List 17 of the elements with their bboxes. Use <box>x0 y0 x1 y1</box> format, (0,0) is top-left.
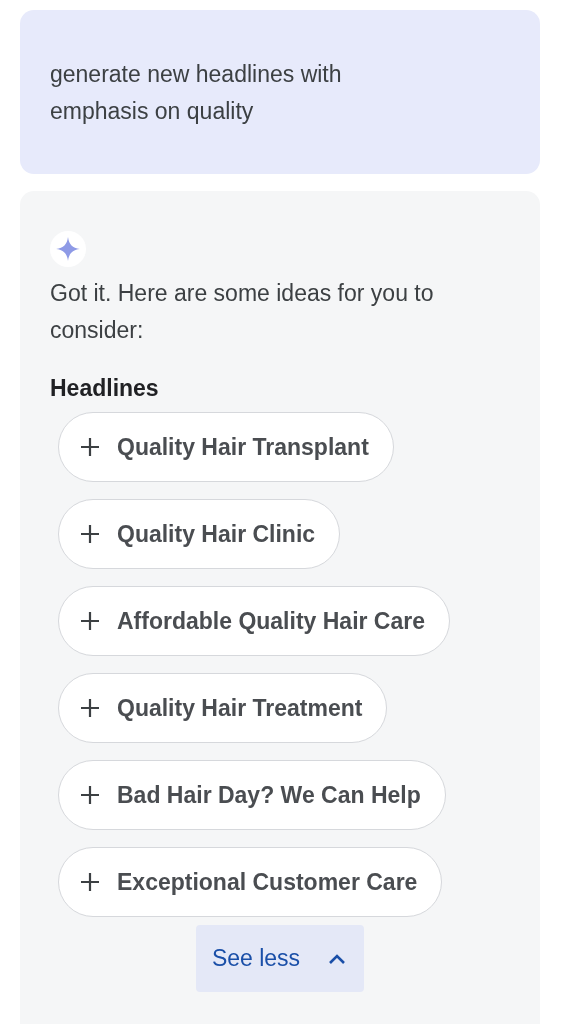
headline-chip[interactable]: Quality Hair Treatment <box>58 673 388 743</box>
section-heading: Headlines <box>50 375 160 402</box>
plus-icon <box>79 610 101 632</box>
plus-icon <box>79 784 101 806</box>
plus-icon <box>79 871 101 893</box>
plus-icon <box>79 436 101 458</box>
response-text: Got it. Here are some ideas for you to consider: <box>50 279 435 345</box>
sparkle-icon <box>50 231 86 267</box>
plus-icon <box>79 523 101 545</box>
headline-chip[interactable]: Exceptional Customer Care <box>58 847 443 917</box>
see-less-button[interactable]: See less <box>195 925 365 992</box>
plus-icon <box>79 697 101 719</box>
headline-chip[interactable]: Quality Hair Transplant <box>58 412 394 482</box>
headline-chip[interactable]: Quality Hair Clinic <box>58 499 341 569</box>
headline-chip[interactable]: Bad Hair Day? We Can Help <box>58 760 446 830</box>
headline-chip[interactable]: Affordable Quality Hair Care <box>58 586 451 656</box>
prompt-text: generate new headlines with emphasis on quality <box>50 60 343 126</box>
